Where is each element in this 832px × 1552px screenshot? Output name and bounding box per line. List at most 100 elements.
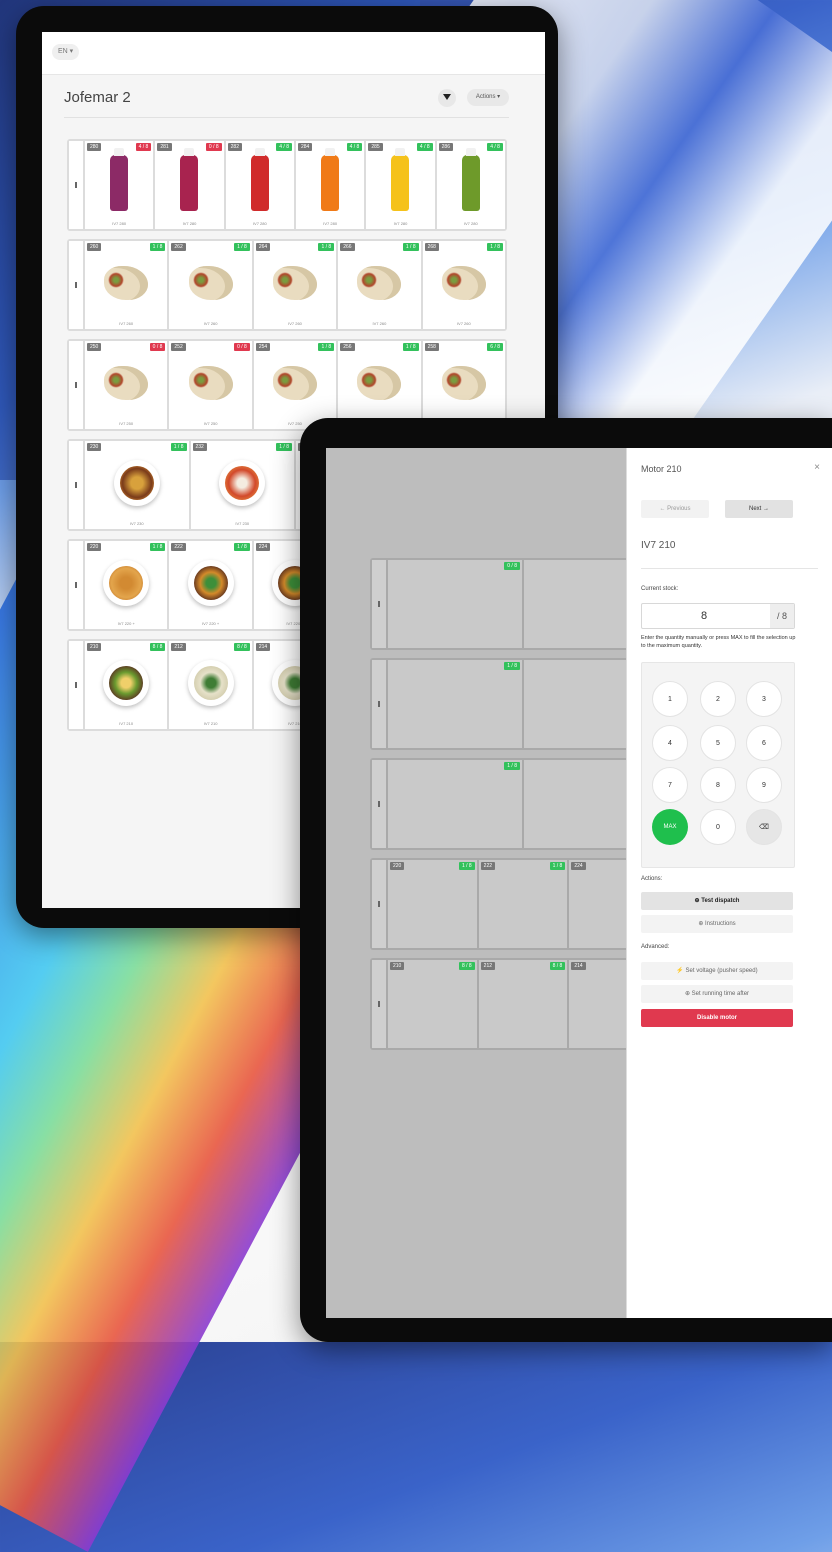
stock-badge: 1 / 8 [318,343,335,351]
motor-slot[interactable]: 210 8 / 8 IV7 210 [85,641,168,729]
number-keypad: 1 2 3 4 5 6 7 8 9 MAX 0 ⌫ [641,662,795,868]
slot-label: IV7 280 [323,221,338,226]
motor-slot: 212 8 / 8 [478,960,568,1048]
instructions-button[interactable]: ⊕ Instructions [641,915,793,933]
tray-handle[interactable] [69,241,83,329]
key-8[interactable]: 8 [700,767,736,803]
tray-handle[interactable] [69,641,83,729]
motor-slot[interactable]: 262 1 / 8 IV7 260 [169,241,252,329]
motor-slot[interactable]: 254 1 / 8 IV7 250 [253,341,337,429]
bowl-image [113,460,160,507]
dimmed-tray: 1 / 8 [370,758,660,850]
set-voltage-button[interactable]: ⚡ Set voltage (pusher speed) [641,962,793,980]
slot-label: IV7 280 [393,221,408,226]
stock-badge: 0 / 8 [149,343,166,351]
motor-slot[interactable]: 222 1 / 8 IV7 220 + [169,541,252,629]
product-name: IV7 210 [641,540,676,551]
tablet-back: 0 / 81 / 81 / 82201 / 82221 / 82241 / 82… [300,418,832,1342]
key-2[interactable]: 2 [700,681,736,717]
tray-handle[interactable] [69,341,83,429]
max-key[interactable]: MAX [652,809,688,845]
wrap-image [188,266,233,301]
juice-bottle-image [110,148,129,212]
close-icon[interactable]: × [814,462,820,473]
tray-slots: 1 / 8 [388,660,658,748]
wrap-image [357,366,402,401]
slot-number: 220 [87,543,102,551]
motor-slot[interactable]: 230 1 / 8 IV7 230 [85,441,189,529]
motor-slot: 220 1 / 8 [388,860,477,948]
motor-slot[interactable]: 268 1 / 8 IV7 260 [422,241,506,329]
motor-slot[interactable]: 285 4 / 8 IV7 280 [366,141,435,229]
motor-slot[interactable]: 266 1 / 8 IV7 260 [338,241,421,329]
stock-input[interactable]: 8 / 8 [641,603,795,629]
motor-slot[interactable]: 232 1 / 8 IV7 230 [190,441,294,529]
motor-slot[interactable]: 212 8 / 8 IV7 210 [169,641,252,729]
key-4[interactable]: 4 [652,725,688,761]
slot-label: IV7 280 [463,221,478,226]
stock-badge: 8 / 8 [549,962,566,970]
stock-badge: 4 / 8 [346,143,363,151]
next-button[interactable]: Next → [725,500,793,518]
motor-slot[interactable]: 250 0 / 8 IV7 250 [85,341,168,429]
language-selector[interactable]: EN ▾ [52,44,80,60]
stock-badge: 4 / 8 [487,143,503,151]
slot-label: IV7 260 [288,321,302,326]
motor-slot[interactable]: 260 1 / 8 IV7 260 [85,241,168,329]
slot-number: 264 [255,243,271,251]
set-running-time-button[interactable]: ⊕ Set running time after [641,985,793,1003]
slot-number: 220 [390,862,405,870]
stock-badge: 4 / 8 [416,143,433,151]
tray-handle[interactable] [69,441,83,529]
slot-label: IV7 230 [129,521,144,526]
juice-bottle-image [461,148,480,212]
motor-slot[interactable]: 220 1 / 8 IV7 220 + [85,541,168,629]
title-bar: Jofemar 2 Actions ▾ [42,75,545,123]
filter-icon[interactable] [438,89,456,107]
stock-badge: 8 / 8 [149,643,166,651]
actions-button[interactable]: Actions ▾ [467,89,509,106]
key-9[interactable]: 9 [746,767,782,803]
motor-slot[interactable]: 2561 / 8IV7 250 [338,341,421,429]
key-5[interactable]: 5 [700,725,736,761]
motor-slot[interactable]: 281 0 / 8 IV7 280 [155,141,224,229]
slot-number: 258 [424,343,439,351]
motor-slot[interactable]: 282 4 / 8 IV7 280 [225,141,294,229]
slot-number: 266 [340,243,355,251]
page-title: Jofemar 2 [64,89,131,106]
tray-handle[interactable] [69,141,83,229]
stock-value[interactable]: 8 [642,604,766,628]
test-dispatch-button[interactable]: ⊕ Test dispatch [641,892,793,910]
wrap-image [273,366,318,401]
stock-badge: 1 / 8 [549,862,566,870]
slot-number: 210 [87,643,102,651]
top-bar: EN ▾ [42,32,545,75]
wrap-image [104,266,149,301]
tray-handle[interactable] [69,541,83,629]
motor-slot[interactable]: 252 0 / 8 IV7 250 [169,341,252,429]
disable-motor-button[interactable]: Disable motor [641,1009,793,1027]
wrap-image [441,366,486,401]
motor-slot[interactable]: 284 4 / 8 IV7 280 [295,141,365,229]
motor-slot[interactable]: 2586 / 8IV7 250 [422,341,506,429]
dimmed-tray: 1 / 8 [370,658,660,750]
key-7[interactable]: 7 [652,767,688,803]
tray: 260 1 / 8 IV7 260 262 1 / 8 IV7 260 264 1 / 8 IV… [67,239,507,331]
tray-handle [372,560,386,648]
key-6[interactable]: 6 [746,725,782,761]
previous-button[interactable]: ← Previous [641,500,709,518]
motor-slot[interactable]: 286 4 / 8 IV7 280 [436,141,505,229]
tray-slots: 2201 / 82221 / 82241 / 8 [388,860,659,948]
key-1[interactable]: 1 [652,681,688,717]
dimmed-tray: 2108 / 82128 / 82141 / 8 [370,958,660,1050]
slot-number: 256 [340,343,355,351]
slot-label: IV7 260 [203,321,218,326]
motor-slot: 210 8 / 8 [388,960,477,1048]
stock-badge: 1 / 8 [402,343,419,351]
key-3[interactable]: 3 [746,681,782,717]
motor-slot[interactable]: 280 4 / 8 IV7 280 [85,141,154,229]
key-0[interactable]: 0 [700,809,736,845]
bowl-image [103,560,150,607]
backspace-icon[interactable]: ⌫ [746,809,782,845]
motor-slot[interactable]: 264 1 / 8 IV7 260 [253,241,337,329]
